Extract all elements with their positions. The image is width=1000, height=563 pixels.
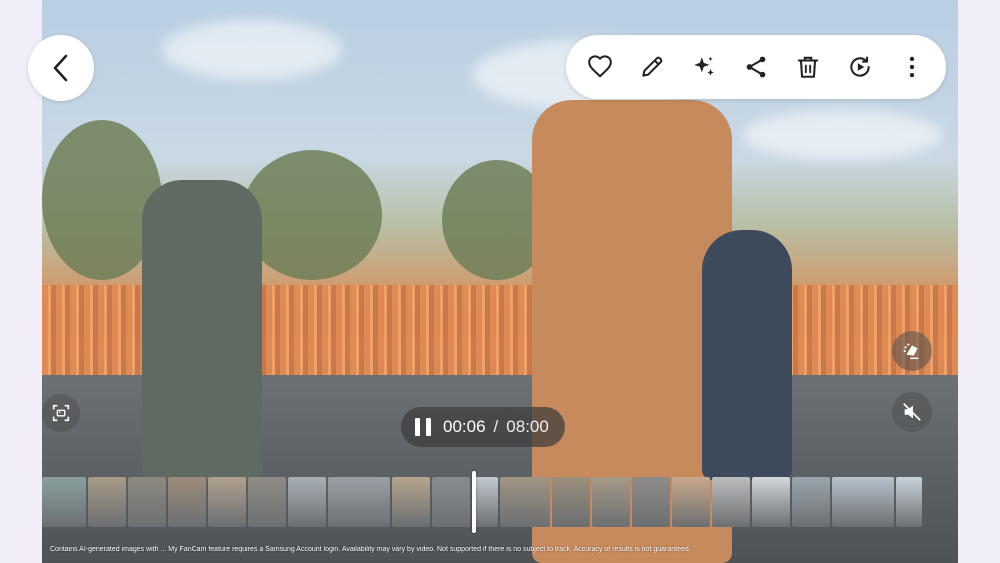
total-time: 08:00	[506, 417, 549, 436]
filmstrip-thumb	[392, 477, 430, 527]
filmstrip-thumb	[896, 477, 922, 527]
more-options-button[interactable]	[890, 45, 934, 89]
filmstrip-thumb	[632, 477, 670, 527]
sparkle-icon	[694, 56, 714, 76]
filmstrip-thumb	[552, 477, 590, 527]
filmstrip-thumb	[712, 477, 750, 527]
filmstrip-thumb	[88, 477, 126, 527]
guitarist-right	[702, 230, 792, 480]
cloud	[162, 20, 342, 80]
filmstrip-thumb	[752, 477, 790, 527]
timeline-filmstrip[interactable]	[42, 477, 958, 527]
mute-icon	[903, 403, 921, 421]
capture-icon	[52, 404, 70, 422]
back-button[interactable]	[28, 35, 94, 101]
current-time: 00:06	[443, 417, 486, 436]
guitarist-left	[142, 180, 262, 480]
filmstrip-thumb	[500, 477, 550, 527]
time-separator: /	[493, 417, 499, 436]
eraser-icon	[903, 343, 919, 360]
disclaimer-text: Contains AI-generated images with ... My…	[50, 546, 691, 553]
filmstrip-thumb	[168, 477, 206, 527]
favorite-button[interactable]	[578, 45, 622, 89]
mute-button[interactable]	[892, 392, 932, 432]
filmstrip-thumb	[672, 477, 710, 527]
filmstrip-thumb	[248, 477, 286, 527]
trash-icon	[797, 56, 819, 78]
filmstrip-thumb	[792, 477, 830, 527]
pencil-icon	[642, 56, 663, 77]
edit-button[interactable]	[630, 45, 674, 89]
top-toolbar	[566, 35, 946, 99]
tree	[242, 150, 382, 280]
filmstrip-thumb	[832, 477, 894, 527]
more-icon	[909, 56, 915, 78]
filmstrip-thumb	[432, 477, 470, 527]
playback-control: 00:06 / 08:00	[401, 407, 565, 447]
object-eraser-button[interactable]	[892, 331, 932, 371]
filmstrip-thumb	[42, 477, 86, 527]
heart-icon	[588, 55, 612, 78]
pause-button[interactable]	[415, 418, 431, 436]
timeline-playhead[interactable]	[472, 471, 476, 533]
capture-button[interactable]	[42, 394, 80, 432]
filmstrip-thumb	[328, 477, 390, 527]
cloud	[742, 110, 942, 160]
share-icon	[746, 56, 766, 78]
filmstrip-thumb	[592, 477, 630, 527]
filmstrip-thumb	[288, 477, 326, 527]
rotate-icon	[850, 56, 870, 77]
filmstrip-thumb	[128, 477, 166, 527]
ai-suggest-button[interactable]	[682, 45, 726, 89]
filmstrip-thumb	[208, 477, 246, 527]
chevron-left-icon	[53, 54, 68, 82]
remaster-button[interactable]	[838, 45, 882, 89]
share-button[interactable]	[734, 45, 778, 89]
delete-button[interactable]	[786, 45, 830, 89]
